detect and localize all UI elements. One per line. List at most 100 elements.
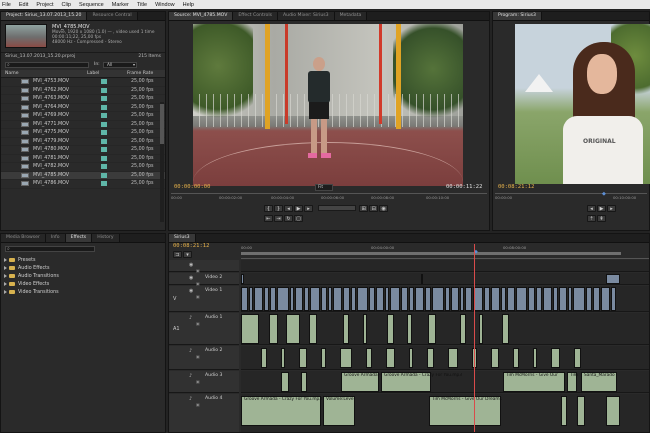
- extract-button[interactable]: ⇞: [597, 215, 606, 222]
- program-play-button[interactable]: ▶: [597, 205, 606, 212]
- menu-project[interactable]: Project: [36, 2, 53, 8]
- menu-window[interactable]: Window: [155, 2, 175, 8]
- video-clip[interactable]: [369, 287, 375, 311]
- video-clip[interactable]: [601, 287, 610, 311]
- project-list-item[interactable]: MVI_4781.MOV 25,00 fps: [1, 155, 165, 163]
- video-clip[interactable]: [328, 287, 332, 311]
- video-clip[interactable]: [401, 287, 408, 311]
- audio-clip[interactable]: [460, 314, 466, 344]
- video-clip[interactable]: [351, 287, 356, 311]
- menu-file[interactable]: File: [2, 2, 11, 8]
- audio-clip[interactable]: [340, 348, 352, 368]
- track-target-v1[interactable]: V: [173, 296, 176, 302]
- video-clip[interactable]: [451, 287, 459, 311]
- video-clip[interactable]: [264, 287, 269, 311]
- audio-clip[interactable]: [286, 314, 300, 344]
- audio-clip[interactable]: [479, 314, 483, 344]
- tab-effects[interactable]: Effects: [65, 234, 93, 242]
- video-clip[interactable]: [573, 287, 585, 311]
- video-clip[interactable]: [445, 287, 450, 311]
- jog-shuttle[interactable]: [317, 205, 356, 211]
- video-clip[interactable]: [390, 287, 400, 311]
- video-clip[interactable]: [543, 287, 552, 311]
- in-select[interactable]: All ▾: [103, 62, 137, 68]
- lock-icon[interactable]: ▣: [196, 294, 200, 299]
- audio-clip[interactable]: [448, 348, 458, 368]
- video-clip[interactable]: [333, 287, 342, 311]
- tab-metadata[interactable]: Metadata: [334, 12, 368, 20]
- add-marker-button[interactable]: ▾: [183, 251, 192, 258]
- track-header-audio-4[interactable]: ♪ Audio 4 ▣: [169, 394, 239, 432]
- tab-media-browser[interactable]: Media Browser: [1, 234, 46, 242]
- search-input[interactable]: ⌕: [5, 62, 89, 68]
- export-frame-button[interactable]: ◉: [379, 205, 389, 212]
- eye-icon[interactable]: ◉: [189, 262, 193, 268]
- expand-icon[interactable]: [4, 258, 7, 262]
- video-clip[interactable]: [385, 287, 389, 311]
- project-list-item[interactable]: MVI_4764.MOV 25,00 fps: [1, 104, 165, 112]
- tab-project[interactable]: Project: Sirius_13.07.2013_15.20: [1, 12, 88, 20]
- col-frame-rate[interactable]: Frame Rate: [127, 71, 153, 76]
- eye-icon[interactable]: ♪: [189, 348, 192, 354]
- audio-clip-tim-3[interactable]: Tim McMorris - Give Our Dreams: [429, 396, 502, 426]
- audio-clip-groove-3[interactable]: Groove Armada - Crazy For You.mp3: [241, 396, 322, 426]
- timeline-timecode[interactable]: 00:08:21:12: [173, 243, 209, 249]
- source-ruler[interactable]: 00:00 00:00:02:00 00:00:04:00 00:00:06:0…: [171, 193, 487, 201]
- video-clip[interactable]: [460, 287, 464, 311]
- audio-clip[interactable]: [366, 348, 372, 368]
- program-ruler[interactable]: 00:00:00 00:10:00:00 ◆: [495, 191, 647, 201]
- video-clip[interactable]: [249, 287, 253, 311]
- audio-clip[interactable]: [513, 348, 519, 368]
- track-lane[interactable]: [241, 273, 649, 285]
- video-clip[interactable]: [415, 287, 424, 311]
- eye-icon[interactable]: ◉: [189, 275, 193, 281]
- program-playhead-icon[interactable]: ◆: [602, 191, 606, 197]
- video-clip[interactable]: [593, 287, 600, 311]
- project-list-item[interactable]: MVI_4771.MOV 25,00 fps: [1, 121, 165, 129]
- overwrite-button[interactable]: ⊟: [369, 205, 379, 212]
- fit-select[interactable]: Fit: [315, 184, 333, 191]
- audio-clip[interactable]: [407, 314, 412, 344]
- tab-resource-central[interactable]: Resource Central: [87, 12, 138, 20]
- video-clip[interactable]: [425, 287, 431, 311]
- video-clip[interactable]: [343, 287, 350, 311]
- video-clip[interactable]: [528, 287, 535, 311]
- work-area-bar[interactable]: [241, 252, 621, 255]
- video-clip[interactable]: [611, 287, 616, 311]
- project-list-item[interactable]: MVI_4769.MOV 25,00 fps: [1, 112, 165, 121]
- program-step-forward-button[interactable]: ▸: [607, 205, 616, 212]
- audio-clip[interactable]: [551, 348, 560, 368]
- track-header-video-2[interactable]: ◉ Video 2 ▣: [169, 273, 239, 286]
- audio-clip[interactable]: [502, 314, 509, 344]
- video-clip[interactable]: [491, 287, 500, 311]
- audio-clip[interactable]: [574, 348, 581, 368]
- col-name[interactable]: Name: [5, 71, 87, 76]
- video-clip[interactable]: [310, 287, 320, 311]
- lock-icon[interactable]: ▣: [196, 402, 200, 407]
- menu-title[interactable]: Title: [137, 2, 147, 8]
- effects-folder-video-effects[interactable]: Video Effects: [1, 280, 165, 288]
- video-clip[interactable]: [295, 287, 303, 311]
- video-clip[interactable]: [376, 287, 384, 311]
- audio-clip[interactable]: [427, 348, 434, 368]
- video-clip[interactable]: [432, 287, 444, 311]
- expand-icon[interactable]: [4, 290, 7, 294]
- effects-folder-audio-transitions[interactable]: Audio Transitions: [1, 272, 165, 280]
- video-clip[interactable]: [421, 274, 423, 284]
- audio-clip-volume[interactable]: Volume:Level: [323, 396, 355, 426]
- audio-clip[interactable]: [428, 314, 436, 344]
- audio-clip-groove-1[interactable]: Groove Armada - Crazy For You.mp3: [341, 372, 422, 392]
- audio-clip[interactable]: [241, 314, 259, 344]
- step-back-button[interactable]: ◂: [284, 205, 293, 212]
- video-clip[interactable]: [241, 274, 244, 284]
- col-label[interactable]: Label: [87, 71, 127, 76]
- audio-clip-tim-1[interactable]: Tim McMorris - Give Our: [503, 372, 565, 392]
- source-timecode-in[interactable]: 00:00:00:00: [174, 184, 210, 190]
- tab-program[interactable]: Program: Sirius3: [493, 12, 542, 20]
- project-list-item[interactable]: MVI_4786.MOV 25,00 fps: [1, 180, 165, 189]
- audio-clip[interactable]: [343, 314, 349, 344]
- snap-button[interactable]: ⊐: [173, 251, 182, 258]
- audio-clip[interactable]: [281, 348, 285, 368]
- eye-icon[interactable]: ♪: [189, 373, 192, 379]
- project-list-item[interactable]: MVI_4779.MOV 25,00 fps: [1, 138, 165, 146]
